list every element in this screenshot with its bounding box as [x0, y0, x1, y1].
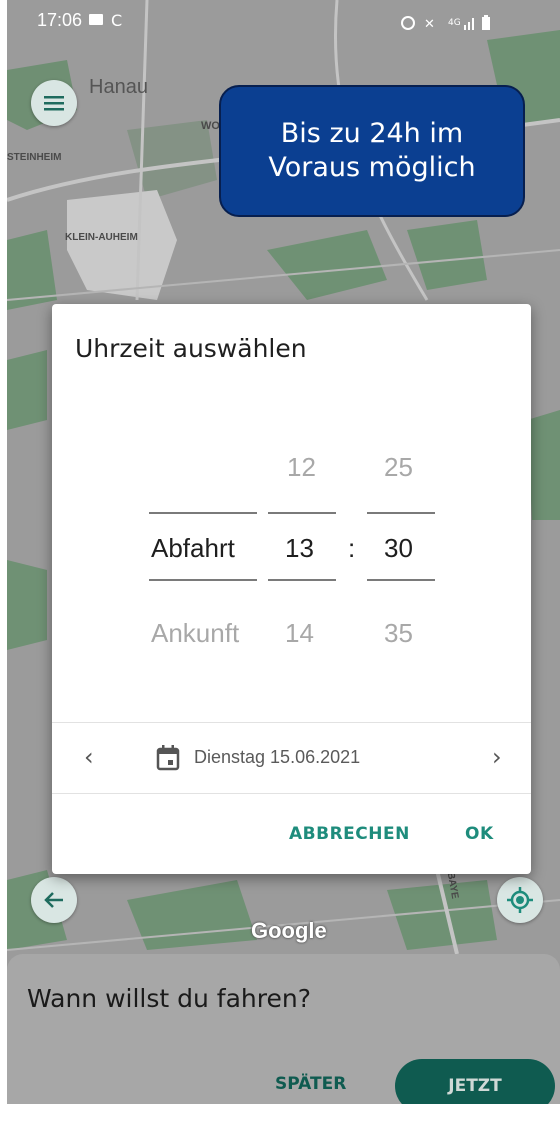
cancel-button[interactable]: ABBRECHEN	[289, 824, 410, 844]
calendar-icon	[156, 745, 180, 771]
menu-button[interactable]	[31, 80, 77, 126]
next-day-button[interactable]: ›	[492, 743, 502, 771]
date-selector: ‹ Dienstag 15.06.2021 ›	[52, 722, 531, 794]
sheet-title: Wann willst du fahren?	[27, 984, 311, 1013]
minute-option-selected[interactable]: 30	[384, 533, 413, 564]
now-button-label: JETZT	[448, 1076, 502, 1096]
status-bar: 17:06 C ✕ 4G	[7, 0, 560, 44]
mute-icon: ✕	[424, 17, 435, 32]
time-separator: :	[348, 533, 356, 563]
google-logo: Google	[251, 918, 327, 943]
hamburger-icon	[44, 96, 64, 111]
sync-icon: C	[111, 11, 123, 30]
later-button[interactable]: SPÄTER	[275, 1074, 346, 1094]
back-button[interactable]	[31, 877, 77, 923]
arrow-left-icon	[44, 892, 63, 908]
previous-day-button[interactable]: ‹	[84, 743, 94, 771]
time-picker-dialog: Uhrzeit auswählen 12 25 Abfahrt 13 : 30 …	[52, 304, 531, 874]
mode-picker-line-bottom	[149, 579, 257, 581]
ok-button[interactable]: OK	[465, 824, 494, 844]
hour-picker-line-top	[268, 512, 336, 514]
minute-option-above[interactable]: 25	[384, 452, 413, 483]
hour-option-above[interactable]: 12	[287, 452, 316, 483]
now-button[interactable]: JETZT	[395, 1059, 555, 1104]
svg-text:✕: ✕	[424, 17, 435, 32]
bottom-sheet: Wann willst du fahren? SPÄTER JETZT	[7, 954, 560, 1104]
app-screen: Hanau WO STEINHEIM KLEIN-AUHEIM BAYE 17:…	[7, 0, 560, 1104]
map-label-wo: WO	[201, 120, 220, 132]
status-icons: ✕ 4G	[398, 12, 508, 38]
promo-line-2: Voraus möglich	[268, 152, 476, 183]
battery-icon	[482, 15, 490, 30]
my-location-icon	[507, 887, 533, 913]
mode-option-below[interactable]: Ankunft	[151, 618, 239, 649]
map-label-klein-auheim: KLEIN-AUHEIM	[65, 232, 138, 243]
promo-line-1: Bis zu 24h im	[280, 118, 464, 149]
minute-picker-line-top	[367, 512, 435, 514]
hour-picker-line-bottom	[268, 579, 336, 581]
svg-text:4G: 4G	[448, 18, 461, 28]
message-icon	[89, 14, 103, 25]
date-label[interactable]: Dienstag 15.06.2021	[194, 747, 360, 768]
status-icons-svg: ✕ 4G	[401, 15, 490, 32]
map-label-hanau: Hanau	[89, 76, 148, 98]
mode-picker-line-top	[149, 512, 257, 514]
promo-banner: Bis zu 24h im Voraus möglich	[219, 85, 525, 217]
alarm-icon	[401, 16, 415, 30]
my-location-button[interactable]	[497, 877, 543, 923]
minute-picker-line-bottom	[367, 579, 435, 581]
hour-option-selected[interactable]: 13	[285, 533, 314, 564]
hour-option-below[interactable]: 14	[285, 618, 314, 649]
dialog-title: Uhrzeit auswählen	[75, 334, 307, 363]
4g-icon: 4G	[448, 18, 461, 28]
mode-option-selected[interactable]: Abfahrt	[151, 533, 235, 564]
map-label-steinheim: STEINHEIM	[7, 152, 62, 163]
status-time: 17:06	[37, 10, 83, 30]
minute-option-below[interactable]: 35	[384, 618, 413, 649]
signal-icon	[464, 18, 474, 30]
